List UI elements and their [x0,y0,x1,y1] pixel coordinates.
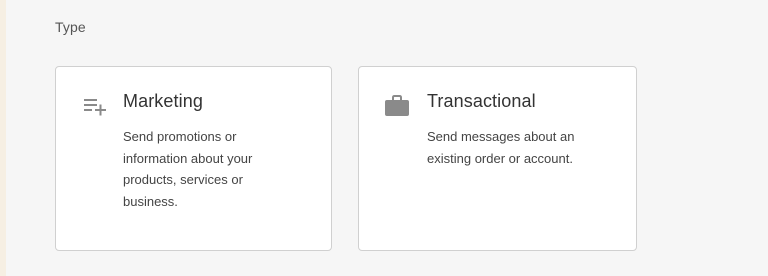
transactional-type-card[interactable]: Transactional Send messages about an exi… [358,66,637,251]
transactional-card-description: Send messages about an existing order or… [427,129,575,166]
briefcase-icon [384,93,410,119]
type-section-label: Type [55,19,86,35]
marketing-type-card[interactable]: Marketing Send promotions or information… [55,66,332,251]
marketing-card-title: Marketing [123,91,203,111]
transactional-card-title: Transactional [427,91,536,111]
playlist-add-icon [82,93,108,119]
left-edge-strip [0,0,6,276]
marketing-card-description: Send promotions or information about you… [123,129,253,209]
